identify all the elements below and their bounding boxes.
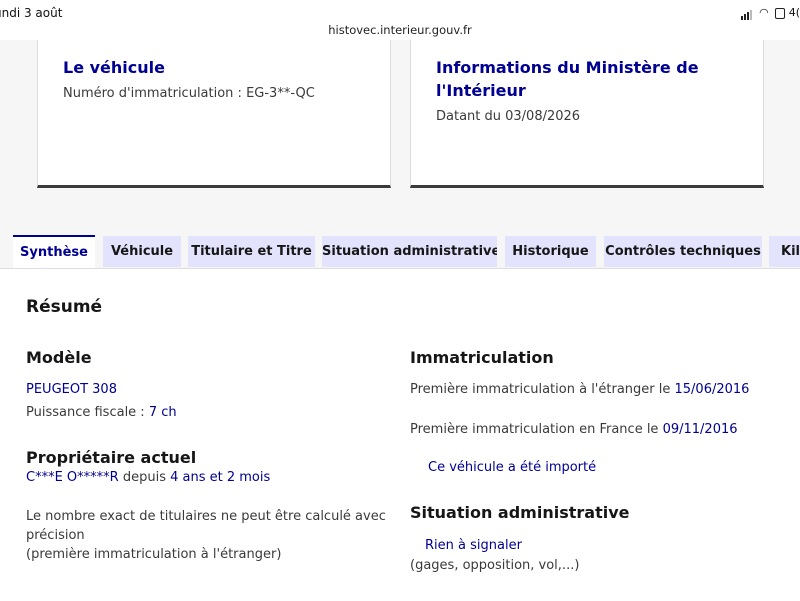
ministry-card-title-line2: l'Intérieur — [436, 81, 526, 100]
tab-historique[interactable]: Historique — [505, 236, 596, 267]
ministry-card-title-line1: Informations du Ministère de — [436, 58, 699, 77]
battery-icon — [775, 7, 786, 19]
foreign-registration-label: Première immatriculation à l'étranger le — [410, 382, 671, 397]
admin-status-link[interactable]: Rien à signaler — [425, 538, 522, 553]
france-registration: Première immatriculation en France le 09… — [410, 422, 738, 437]
owner-note-line3: (première immatriculation à l'étranger) — [26, 547, 282, 562]
tab-kilometrage[interactable]: Kilo — [769, 236, 800, 267]
battery-percent: 4( — [788, 6, 800, 19]
synthese-panel: Résumé Modèle PEUGEOT 308 Puissance fisc… — [0, 268, 800, 601]
status-date: undi 3 août — [0, 6, 63, 20]
france-registration-date: 09/11/2016 — [662, 422, 738, 437]
owner-note-line2: précision — [26, 528, 85, 543]
model-heading: Modèle — [26, 348, 92, 367]
tab-vehicule[interactable]: Véhicule — [103, 236, 181, 267]
foreign-registration: Première immatriculation à l'étranger le… — [410, 382, 749, 397]
owner-note-line1: Le nombre exact de titulaires ne peut êt… — [26, 509, 386, 524]
vehicle-card: Le véhicule Numéro d'immatriculation : E… — [37, 40, 391, 188]
tab-controles-techniques[interactable]: Contrôles techniques — [604, 236, 762, 267]
summary-title: Résumé — [26, 297, 103, 317]
france-registration-label: Première immatriculation en France le — [410, 422, 659, 437]
registration-heading: Immatriculation — [410, 348, 554, 367]
model-name: PEUGEOT 308 — [26, 382, 117, 397]
admin-heading: Situation administrative — [410, 503, 630, 522]
status-bar: undi 3 août histovec.interieur.gouv.fr ◠… — [0, 0, 800, 40]
fiscal-power-value: 7 ch — [148, 405, 177, 420]
owner-since-label: depuis — [122, 470, 166, 485]
ministry-data-date: Datant du 03/08/2026 — [436, 109, 581, 124]
address-bar-url[interactable]: histovec.interieur.gouv.fr — [0, 23, 800, 37]
fiscal-power-label: Puissance fiscale : — [26, 405, 145, 420]
plate-number: Numéro d'immatriculation : EG-3**-QC — [63, 86, 315, 101]
tab-titulaire-titre[interactable]: Titulaire et Titre — [188, 236, 315, 267]
fiscal-power: Puissance fiscale : 7 ch — [26, 405, 177, 420]
admin-status-detail: (gages, opposition, vol,...) — [410, 558, 580, 573]
owner-heading: Propriétaire actuel — [26, 448, 197, 467]
vehicle-card-title: Le véhicule — [63, 58, 165, 77]
owner-since-value: 4 ans et 2 mois — [170, 470, 271, 485]
tab-situation-administrative[interactable]: Situation administrative — [322, 236, 497, 267]
foreign-registration-date: 15/06/2016 — [674, 382, 750, 397]
imported-link[interactable]: Ce véhicule a été importé — [428, 460, 596, 475]
wifi-icon: ◠ — [759, 6, 769, 19]
signal-icon — [740, 7, 753, 20]
owner-line: C***E O*****R depuis 4 ans et 2 mois — [26, 470, 270, 485]
tab-synthese[interactable]: Synthèse — [13, 235, 95, 270]
ministry-card: Informations du Ministère de l'Intérieur… — [410, 40, 764, 188]
system-icons: ◠ 4( — [740, 6, 800, 20]
owner-name: C***E O*****R — [26, 470, 119, 485]
